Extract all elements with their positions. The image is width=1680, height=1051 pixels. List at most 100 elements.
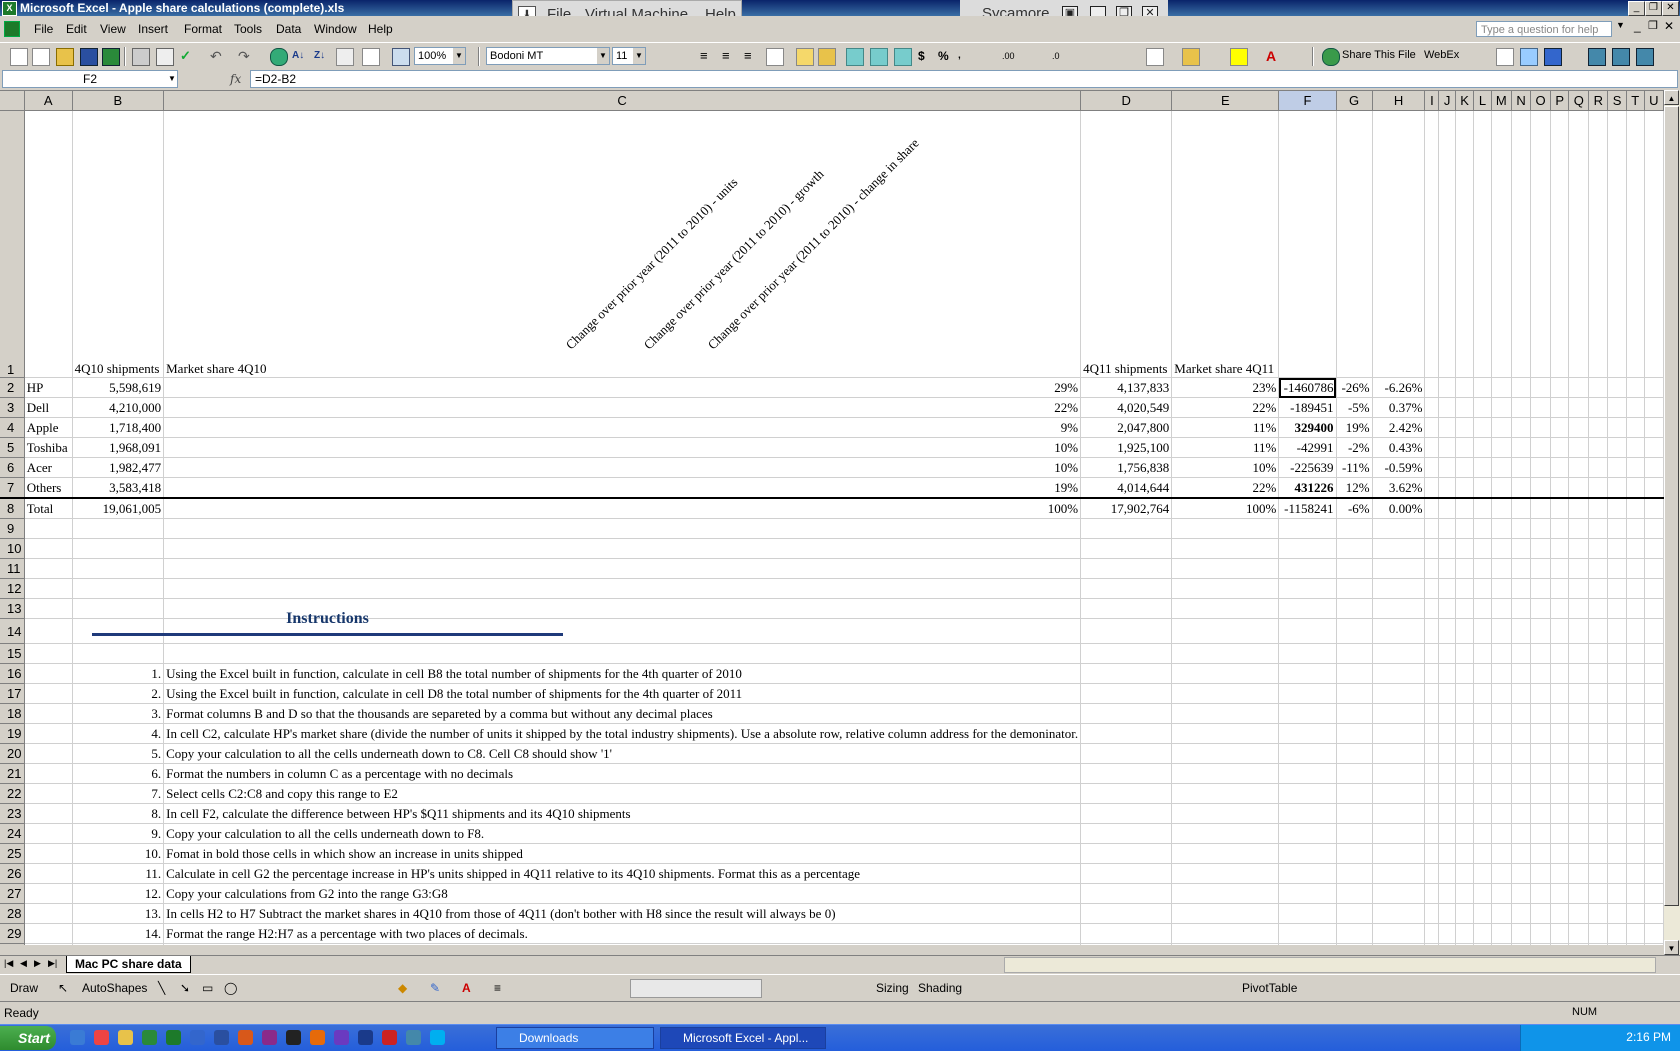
cell[interactable] — [1530, 923, 1551, 944]
cell[interactable]: 1,982,477 — [71, 457, 165, 478]
cell[interactable] — [23, 110, 73, 378]
tool-6-icon[interactable] — [1636, 48, 1654, 66]
cell[interactable] — [1454, 783, 1475, 804]
cell[interactable] — [1438, 437, 1456, 458]
cell[interactable] — [1530, 703, 1551, 724]
cell[interactable] — [1588, 663, 1609, 684]
cell[interactable] — [1625, 703, 1645, 724]
instruction-number[interactable]: 12. — [71, 883, 165, 904]
cell[interactable] — [1438, 803, 1456, 824]
skype-icon[interactable] — [430, 1030, 445, 1045]
cell[interactable] — [1643, 883, 1664, 904]
cell[interactable] — [1643, 558, 1664, 579]
cell[interactable] — [1643, 683, 1664, 704]
column-header[interactable]: S — [1607, 90, 1627, 111]
cell[interactable] — [1473, 497, 1492, 519]
cell[interactable] — [1335, 663, 1373, 684]
cell[interactable] — [1511, 843, 1532, 864]
cell[interactable] — [1080, 643, 1173, 664]
new-sheet-icon[interactable] — [32, 48, 50, 66]
cell[interactable] — [1424, 883, 1440, 904]
cell[interactable] — [1490, 538, 1513, 559]
cell[interactable] — [1607, 618, 1627, 644]
chevron-down-icon[interactable]: ▼ — [597, 48, 609, 64]
cell[interactable]: 3.62% — [1371, 477, 1426, 499]
cell[interactable] — [1171, 923, 1280, 944]
instruction-text[interactable]: Using the Excel built in function, calcu… — [163, 683, 1082, 704]
cell[interactable] — [1490, 457, 1513, 478]
cell[interactable] — [1473, 803, 1492, 824]
font-color-icon[interactable]: A — [462, 981, 471, 995]
cell[interactable] — [1490, 497, 1513, 519]
cell[interactable] — [23, 823, 73, 844]
row-header[interactable]: 17 — [0, 683, 25, 704]
cell[interactable]: 1,756,838 — [1080, 457, 1173, 478]
instruction-text[interactable]: Copy your calculations from G2 into the … — [163, 883, 1082, 904]
cell[interactable]: -26% — [1335, 377, 1373, 398]
cell[interactable] — [1335, 703, 1373, 724]
cell[interactable] — [23, 643, 73, 664]
cell[interactable] — [1588, 497, 1609, 519]
cell[interactable] — [1473, 457, 1492, 478]
cell[interactable] — [1454, 823, 1475, 844]
cell[interactable] — [1438, 618, 1456, 644]
cell[interactable]: 23% — [1171, 377, 1280, 398]
cell[interactable] — [23, 803, 73, 824]
instruction-number[interactable]: 3. — [71, 703, 165, 724]
cell[interactable] — [23, 843, 73, 864]
cell[interactable] — [1335, 643, 1373, 664]
cell[interactable] — [1607, 863, 1627, 884]
cell[interactable] — [1625, 883, 1645, 904]
cell[interactable] — [1490, 703, 1513, 724]
cell[interactable] — [1454, 663, 1475, 684]
cell[interactable] — [1278, 558, 1337, 579]
cell[interactable] — [1568, 538, 1590, 559]
cell[interactable] — [1530, 903, 1551, 924]
cell[interactable] — [1490, 683, 1513, 704]
cell[interactable] — [1490, 803, 1513, 824]
tool-4-icon[interactable] — [1588, 48, 1606, 66]
cell[interactable]: -225639 — [1278, 457, 1337, 478]
cell[interactable] — [1278, 723, 1337, 744]
cell[interactable] — [1588, 723, 1609, 744]
cell[interactable] — [1278, 538, 1337, 559]
cell[interactable] — [1335, 903, 1373, 924]
cell[interactable] — [1625, 923, 1645, 944]
line-color-icon[interactable]: ✎ — [430, 981, 440, 995]
cell[interactable] — [1549, 377, 1570, 398]
cell[interactable] — [1371, 923, 1426, 944]
cell[interactable] — [1278, 923, 1337, 944]
cell[interactable] — [1625, 683, 1645, 704]
cell[interactable] — [1549, 397, 1570, 418]
cell[interactable] — [1625, 943, 1645, 945]
cell[interactable] — [1454, 803, 1475, 824]
cell[interactable] — [1588, 477, 1609, 499]
cell[interactable] — [1625, 377, 1645, 398]
cell[interactable] — [1371, 743, 1426, 764]
cell[interactable] — [1424, 643, 1440, 664]
cell[interactable] — [1511, 598, 1532, 619]
select-objects-icon[interactable]: ↖ — [58, 981, 68, 995]
cell[interactable] — [1549, 923, 1570, 944]
cell[interactable] — [1568, 397, 1590, 418]
cell[interactable] — [1625, 477, 1645, 499]
cell[interactable] — [1335, 723, 1373, 744]
cell[interactable] — [1607, 743, 1627, 764]
cell[interactable] — [1490, 558, 1513, 579]
cell[interactable] — [1490, 437, 1513, 458]
cell[interactable] — [1511, 558, 1532, 579]
cell[interactable] — [1511, 437, 1532, 458]
cell[interactable] — [1454, 843, 1475, 864]
cell[interactable] — [1607, 683, 1627, 704]
cell[interactable] — [1607, 477, 1627, 499]
cell[interactable] — [1473, 397, 1492, 418]
row-header[interactable]: 21 — [0, 763, 25, 784]
cell[interactable] — [1530, 457, 1551, 478]
row-header[interactable]: 26 — [0, 863, 25, 884]
cell[interactable] — [1511, 763, 1532, 784]
cell[interactable] — [1278, 943, 1337, 945]
line-style-icon[interactable]: ≡ — [494, 981, 501, 995]
cell[interactable] — [1530, 618, 1551, 644]
cell[interactable]: 12% — [1335, 477, 1373, 499]
save-icon[interactable] — [80, 48, 98, 66]
